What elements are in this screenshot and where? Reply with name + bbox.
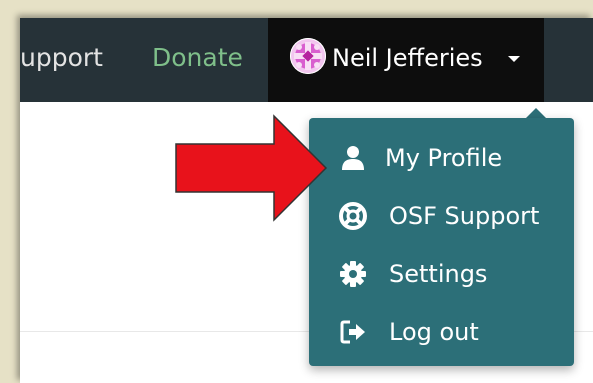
sign-out-icon (339, 318, 367, 346)
top-navbar: upport Donate Neil Jefferies (20, 18, 593, 102)
menu-label-settings: Settings (389, 260, 488, 288)
menu-item-settings[interactable]: Settings (309, 248, 574, 300)
menu-item-my-profile[interactable]: My Profile (309, 132, 574, 184)
user-icon (339, 144, 367, 172)
user-name: Neil Jefferies (332, 44, 483, 72)
red-arrow-icon (170, 112, 330, 229)
menu-item-osf-support[interactable]: OSF Support (309, 190, 574, 242)
nav-support-link[interactable]: upport (20, 42, 103, 74)
menu-label-my-profile: My Profile (385, 144, 503, 172)
gear-icon (339, 260, 367, 288)
browser-viewport: upport Donate Neil Jefferies My Profile … (20, 18, 593, 383)
menu-label-osf-support: OSF Support (389, 202, 540, 230)
caret-down-icon (508, 56, 520, 62)
life-ring-icon (339, 202, 367, 230)
user-menu-toggle[interactable]: Neil Jefferies (268, 18, 544, 102)
menu-item-log-out[interactable]: Log out (309, 306, 574, 358)
avatar (290, 38, 326, 74)
dropdown-pointer (526, 108, 546, 118)
nav-donate-link[interactable]: Donate (152, 42, 243, 74)
user-dropdown-menu: My Profile OSF Support Settings Log out (309, 118, 574, 366)
menu-label-log-out: Log out (389, 318, 479, 346)
